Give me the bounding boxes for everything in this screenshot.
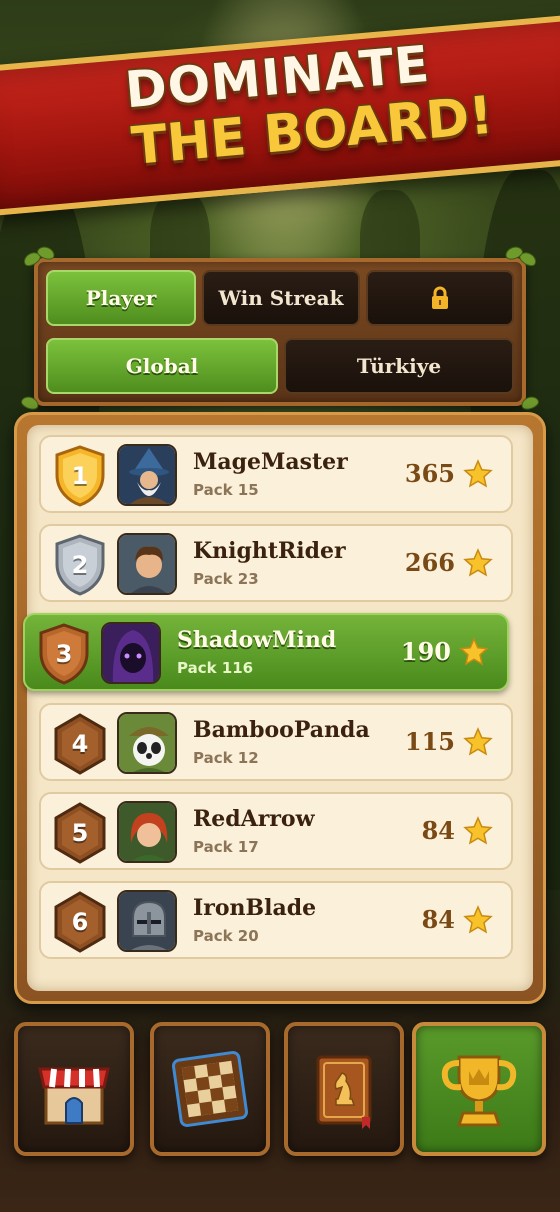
- player-score: 84: [421, 905, 455, 934]
- archer-avatar: [117, 801, 177, 863]
- hooded-avatar: [101, 622, 161, 684]
- wizard-avatar: [117, 444, 177, 506]
- rank-number: 1: [71, 462, 89, 490]
- player-score: 115: [404, 727, 455, 756]
- star-icon: [463, 459, 493, 488]
- player-pack: Pack 12: [193, 749, 259, 767]
- player-score: 365: [404, 459, 455, 488]
- player-pack: Pack 20: [193, 927, 259, 945]
- rank-number: 6: [71, 908, 89, 936]
- rank-number: 2: [71, 551, 89, 579]
- rank-badge-wood: 4: [53, 713, 107, 775]
- board-icon: [172, 1051, 248, 1127]
- player-score: 266: [404, 548, 455, 577]
- tab-player-label: Player: [85, 286, 157, 310]
- star-icon: [463, 905, 493, 934]
- leaderboard-row-current-player[interactable]: 3 ShadowMind Pack 116 190: [23, 613, 509, 691]
- nav-shop-button[interactable]: [14, 1022, 134, 1156]
- nav-board-button[interactable]: [150, 1022, 270, 1156]
- leaderboard-row[interactable]: 2 KnightRider Pack 23 266: [39, 524, 513, 602]
- rank-badge-silver: 2: [53, 534, 107, 596]
- tab-global[interactable]: Global: [46, 338, 278, 394]
- rank-number: 3: [55, 640, 73, 668]
- leaderboard-row[interactable]: 6 IronBlade Pack 20 84: [39, 881, 513, 959]
- leaderboard-panel: 1 MageMaster Pack 15 365 2 KnightRider P…: [14, 412, 546, 1004]
- player-name: RedArrow: [193, 806, 315, 832]
- player-score: 84: [421, 816, 455, 845]
- rank-number: 5: [71, 819, 89, 847]
- leaderboard-list: 1 MageMaster Pack 15 365 2 KnightRider P…: [23, 425, 533, 991]
- star-icon: [463, 548, 493, 577]
- tab-turkiye-label: Türkiye: [356, 354, 442, 378]
- knight-avatar: [117, 890, 177, 952]
- player-name: IronBlade: [193, 895, 317, 921]
- nav-leaderboard-button[interactable]: [412, 1022, 546, 1156]
- star-icon: [463, 816, 493, 845]
- trophy-icon: [441, 1055, 517, 1127]
- rank-badge-gold: 1: [53, 445, 107, 507]
- tab-win-streak-label: Win Streak: [218, 286, 344, 310]
- rank-badge-wood: 6: [53, 891, 107, 953]
- player-pack: Pack 116: [177, 659, 254, 677]
- panda-avatar: [117, 712, 177, 774]
- leaderboard-row[interactable]: 4 BambooPanda Pack 12 115: [39, 703, 513, 781]
- rank-badge-wood: 5: [53, 802, 107, 864]
- rank-badge-bronze: 3: [37, 623, 91, 685]
- boy-avatar: [117, 533, 177, 595]
- player-name: KnightRider: [193, 538, 346, 564]
- player-name: BambooPanda: [193, 717, 370, 743]
- tab-turkiye[interactable]: Türkiye: [284, 338, 514, 394]
- chess-book-icon: [316, 1055, 372, 1129]
- star-icon: [459, 637, 489, 666]
- tab-locked[interactable]: [366, 270, 514, 326]
- leaderboard-row[interactable]: 5 RedArrow Pack 17 84: [39, 792, 513, 870]
- player-score: 190: [400, 637, 451, 666]
- player-name: ShadowMind: [177, 627, 337, 653]
- rank-number: 4: [71, 730, 89, 758]
- nav-chess-book-button[interactable]: [284, 1022, 404, 1156]
- player-pack: Pack 15: [193, 481, 259, 499]
- filter-panel: Player Win Streak Global Türkiye: [20, 245, 540, 411]
- player-name: MageMaster: [193, 449, 348, 475]
- shop-icon: [38, 1067, 110, 1125]
- tab-win-streak[interactable]: Win Streak: [202, 270, 360, 326]
- player-pack: Pack 23: [193, 570, 259, 588]
- player-pack: Pack 17: [193, 838, 259, 856]
- star-icon: [463, 727, 493, 756]
- tab-global-label: Global: [125, 354, 199, 378]
- lock-icon: [432, 286, 448, 309]
- tab-player[interactable]: Player: [46, 270, 196, 326]
- leaderboard-row[interactable]: 1 MageMaster Pack 15 365: [39, 435, 513, 513]
